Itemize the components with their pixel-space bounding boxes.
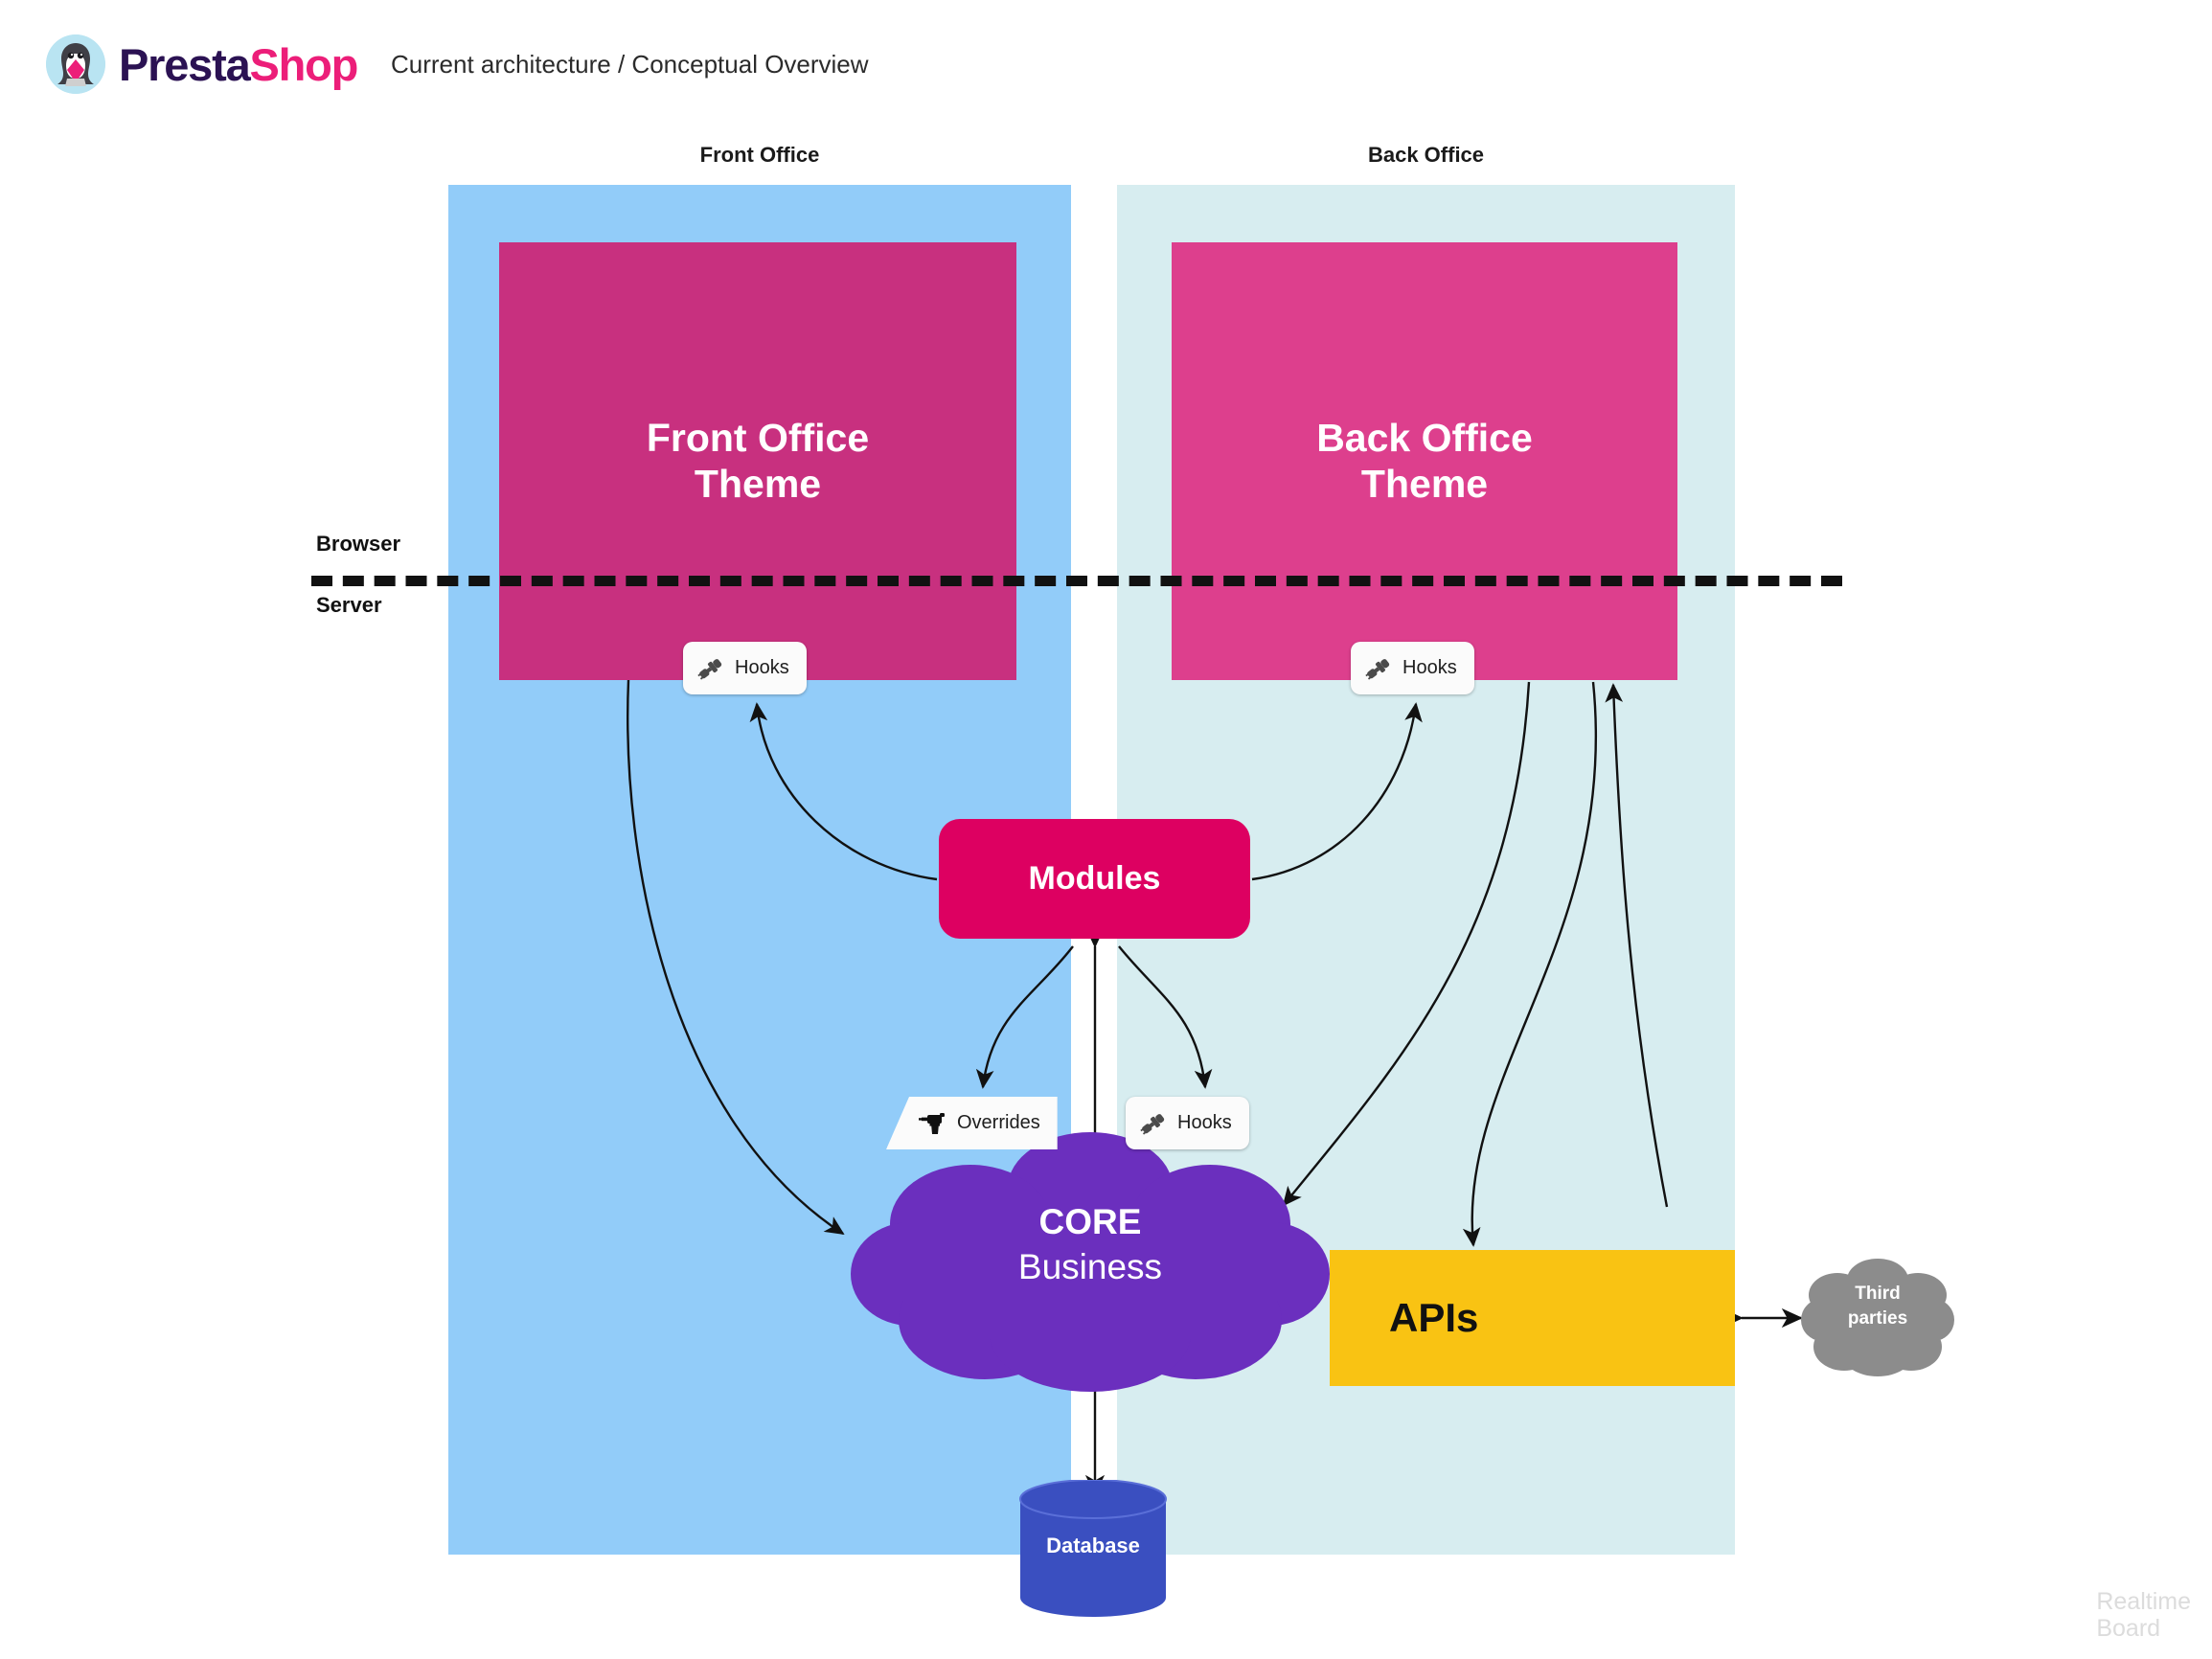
hooks-badge-label: Hooks	[1177, 1112, 1232, 1133]
database-cylinder-shape	[1019, 1479, 1167, 1617]
hooks-badge-label: Hooks	[1402, 657, 1457, 678]
brand-text-shop: Shop	[249, 38, 359, 90]
front-office-theme-line2: Theme	[694, 461, 822, 506]
modules-label: Modules	[1028, 860, 1161, 897]
apis-label: APIs	[1389, 1295, 1479, 1340]
server-label: Server	[316, 593, 382, 617]
hooks-badge-core: Hooks	[1126, 1097, 1249, 1149]
back-office-theme-line1: Back Office	[1316, 415, 1533, 460]
front-office-theme-node: Front Office Theme	[499, 242, 1016, 680]
hooks-badge-back-office: Hooks	[1351, 642, 1474, 694]
plug-connector-icon	[1139, 1109, 1168, 1138]
plug-connector-icon	[696, 654, 725, 683]
overrides-badge: Overrides	[886, 1097, 1058, 1149]
brand-logo: PrestaShop	[46, 34, 359, 94]
front-office-zone-caption: Front Office	[699, 143, 820, 167]
third-parties-node: Third parties	[1801, 1255, 1954, 1379]
brand-wordmark: PrestaShop	[119, 38, 359, 90]
watermark-line2: Board	[2096, 1615, 2161, 1642]
diagram-canvas: PrestaShop Current architecture / Concep…	[0, 0, 2212, 1659]
browser-server-divider	[311, 576, 1842, 586]
core-cloud-shape	[851, 1132, 1330, 1392]
hooks-badge-front-office: Hooks	[683, 642, 807, 694]
back-office-theme-line2: Theme	[1360, 461, 1489, 506]
front-office-theme-line1: Front Office	[646, 415, 870, 460]
browser-label: Browser	[316, 532, 401, 556]
realtime-board-watermark: Realtime Board	[2096, 1588, 2191, 1642]
plug-connector-icon	[1364, 654, 1393, 683]
page-subtitle: Current architecture / Conceptual Overvi…	[391, 50, 869, 79]
brand-text-presta: Presta	[119, 38, 251, 90]
watermark-line1: Realtime	[2096, 1588, 2191, 1615]
overrides-badge-label: Overrides	[957, 1112, 1040, 1133]
drill-icon	[919, 1111, 947, 1136]
back-office-zone-caption: Back Office	[1367, 143, 1485, 167]
modules-node: Modules	[939, 819, 1250, 939]
database-node: Database	[1015, 1479, 1171, 1617]
apis-node: APIs	[1330, 1250, 1735, 1386]
back-office-theme-node: Back Office Theme	[1172, 242, 1677, 680]
third-parties-cloud-shape	[1801, 1259, 1954, 1376]
core-business-node: CORE Business	[851, 1128, 1330, 1392]
hooks-badge-label: Hooks	[735, 657, 789, 678]
prestashop-penguin-logo-icon	[46, 34, 105, 94]
